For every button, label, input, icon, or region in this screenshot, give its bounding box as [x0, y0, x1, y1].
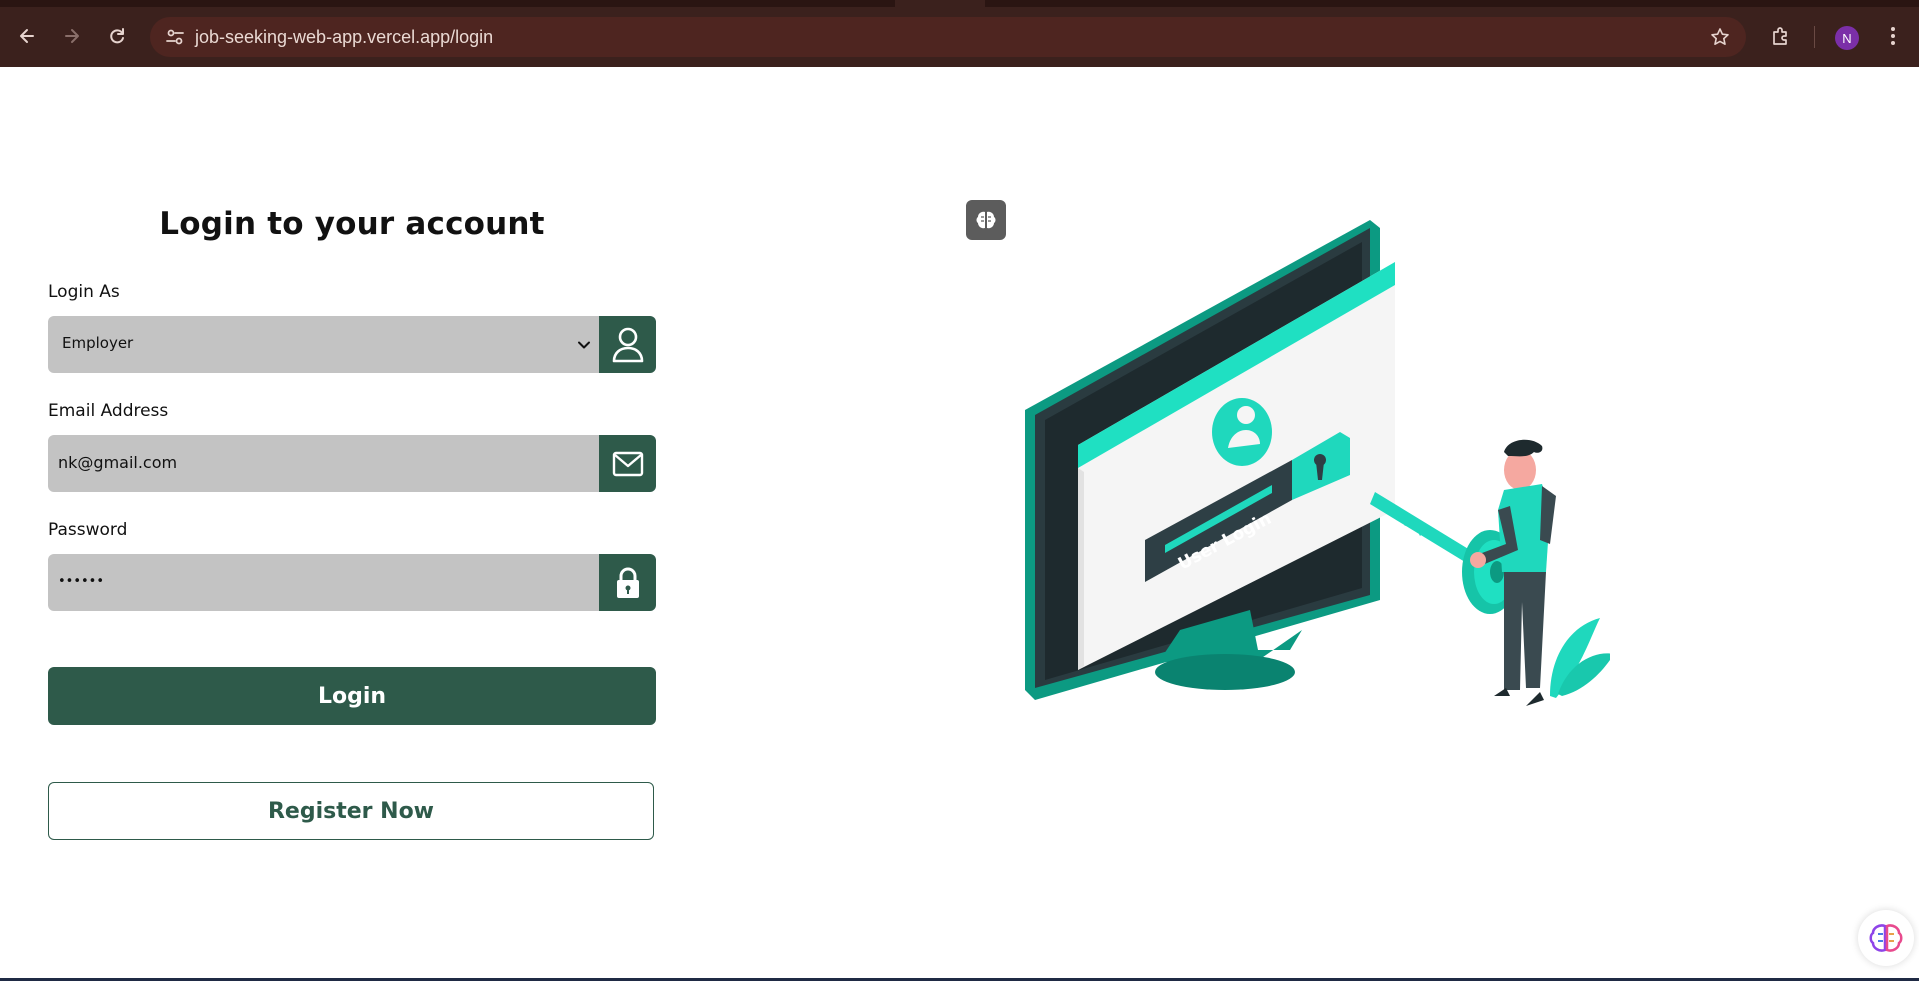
- person-shoe-right: [1526, 692, 1544, 706]
- email-label: Email Address: [48, 401, 169, 421]
- email-icon-box: [599, 435, 656, 492]
- back-button[interactable]: [12, 21, 42, 51]
- browser-toolbar: job-seeking-web-app.vercel.app/login N: [0, 0, 1919, 67]
- role-label: Login As: [48, 282, 120, 302]
- email-field-row: nk@gmail.com: [48, 435, 656, 492]
- brain-icon: [976, 211, 996, 229]
- reload-button[interactable]: [102, 21, 132, 51]
- user-icon: [612, 327, 643, 362]
- bookmark-star-icon[interactable]: [1708, 25, 1732, 49]
- avatar-head: [1237, 406, 1255, 424]
- profile-avatar[interactable]: N: [1835, 26, 1859, 50]
- role-field-row: Employer: [48, 316, 656, 373]
- extensions-icon: [1773, 27, 1787, 45]
- person-hair: [1504, 439, 1543, 457]
- toolbar-divider: [1814, 26, 1815, 48]
- email-value: nk@gmail.com: [58, 453, 178, 472]
- email-field[interactable]: nk@gmail.com: [48, 435, 599, 492]
- password-label: Password: [48, 520, 128, 540]
- site-settings-icon[interactable]: [164, 26, 186, 48]
- login-button[interactable]: Login: [48, 667, 656, 725]
- window-side: [1078, 468, 1084, 670]
- forward-arrow-icon: [65, 29, 79, 43]
- password-field[interactable]: ••••••: [48, 554, 599, 611]
- login-illustration: User Login: [1025, 220, 1610, 706]
- person-hand: [1470, 552, 1486, 568]
- mail-icon: [612, 451, 643, 476]
- role-select[interactable]: Employer: [48, 316, 599, 373]
- tab-strip-right: [985, 0, 1919, 7]
- person-arm-back: [1540, 486, 1556, 544]
- brain-logo-icon: [1869, 924, 1903, 952]
- lock-icon: [616, 567, 639, 598]
- kebab-menu-icon: [1891, 27, 1895, 45]
- address-bar[interactable]: job-seeking-web-app.vercel.app/login: [150, 17, 1746, 57]
- monitor-base: [1155, 654, 1295, 690]
- back-arrow-icon: [20, 29, 34, 43]
- password-icon-box: [599, 554, 656, 611]
- extensions-button[interactable]: [1766, 21, 1796, 51]
- browser-menu-button[interactable]: [1878, 21, 1908, 51]
- floating-assistant-button[interactable]: [1858, 910, 1914, 966]
- password-value: ••••••: [58, 574, 105, 589]
- page-title: Login to your account: [159, 206, 545, 242]
- role-select-value: Employer: [62, 334, 134, 352]
- tab-strip-left: [0, 0, 895, 7]
- forward-button[interactable]: [57, 21, 87, 51]
- role-icon-box: [599, 316, 656, 373]
- chevron-down-icon: [578, 341, 590, 349]
- person-legs: [1504, 572, 1546, 690]
- password-field-row: ••••••: [48, 554, 656, 611]
- register-now-button[interactable]: Register Now: [48, 782, 654, 840]
- reload-icon: [110, 28, 124, 44]
- brain-extension-badge[interactable]: [966, 200, 1006, 240]
- url-text[interactable]: job-seeking-web-app.vercel.app/login: [195, 27, 493, 48]
